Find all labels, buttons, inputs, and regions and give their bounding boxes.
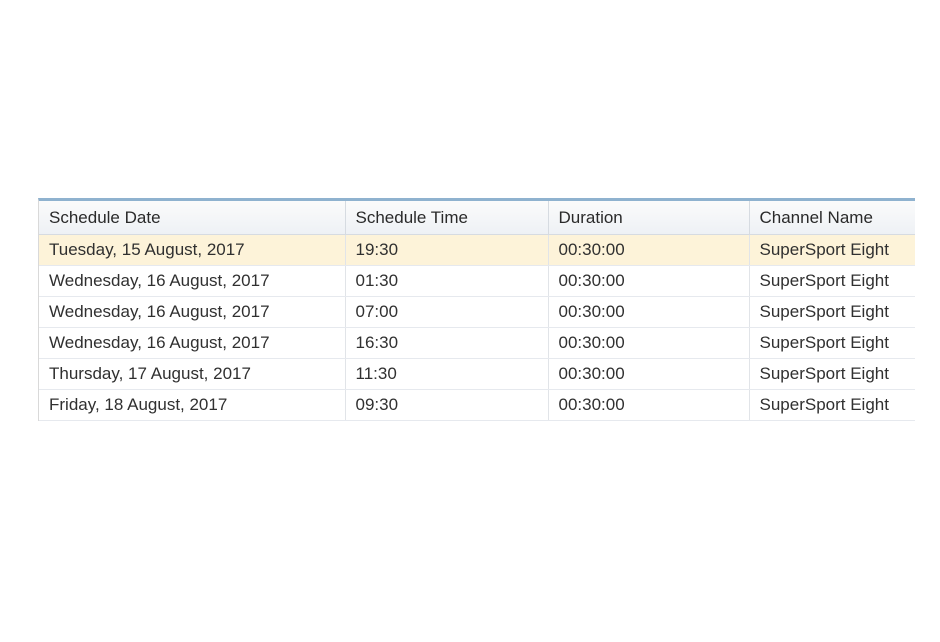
cell-schedule-time: 16:30: [345, 327, 549, 359]
cell-schedule-time: 01:30: [345, 265, 549, 297]
cell-channel-name: SuperSport Eight: [749, 234, 915, 266]
cell-duration: 00:30:00: [548, 389, 750, 421]
header-row: Schedule Date Schedule Time Duration Cha…: [39, 201, 915, 235]
table-row[interactable]: Friday, 18 August, 2017 09:30 00:30:00 S…: [39, 389, 915, 421]
cell-channel-name: SuperSport Eight: [749, 327, 915, 359]
table-row[interactable]: Wednesday, 16 August, 2017 07:00 00:30:0…: [39, 296, 915, 328]
cell-channel-name: SuperSport Eight: [749, 296, 915, 328]
cell-channel-name: SuperSport Eight: [749, 265, 915, 297]
table-row[interactable]: Tuesday, 15 August, 2017 19:30 00:30:00 …: [39, 234, 915, 266]
cell-duration: 00:30:00: [548, 358, 750, 390]
cell-schedule-date: Wednesday, 16 August, 2017: [39, 265, 346, 297]
table-row[interactable]: Thursday, 17 August, 2017 11:30 00:30:00…: [39, 358, 915, 390]
cell-schedule-time: 11:30: [345, 358, 549, 390]
cell-duration: 00:30:00: [548, 296, 750, 328]
cell-schedule-date: Tuesday, 15 August, 2017: [39, 234, 346, 266]
column-header-schedule-time[interactable]: Schedule Time: [345, 201, 549, 235]
cell-duration: 00:30:00: [548, 234, 750, 266]
cell-schedule-date: Thursday, 17 August, 2017: [39, 358, 346, 390]
column-header-duration[interactable]: Duration: [548, 201, 750, 235]
table-row[interactable]: Wednesday, 16 August, 2017 16:30 00:30:0…: [39, 327, 915, 359]
cell-schedule-date: Wednesday, 16 August, 2017: [39, 296, 346, 328]
cell-schedule-time: 09:30: [345, 389, 549, 421]
schedule-table: Schedule Date Schedule Time Duration Cha…: [39, 201, 915, 421]
cell-schedule-date: Wednesday, 16 August, 2017: [39, 327, 346, 359]
cell-duration: 00:30:00: [548, 265, 750, 297]
cell-channel-name: SuperSport Eight: [749, 358, 915, 390]
schedule-grid: Schedule Date Schedule Time Duration Cha…: [38, 198, 915, 421]
cell-schedule-date: Friday, 18 August, 2017: [39, 389, 346, 421]
cell-duration: 00:30:00: [548, 327, 750, 359]
column-header-schedule-date[interactable]: Schedule Date: [39, 201, 346, 235]
cell-channel-name: SuperSport Eight: [749, 389, 915, 421]
cell-schedule-time: 07:00: [345, 296, 549, 328]
column-header-channel-name[interactable]: Channel Name: [749, 201, 915, 235]
table-row[interactable]: Wednesday, 16 August, 2017 01:30 00:30:0…: [39, 265, 915, 297]
cell-schedule-time: 19:30: [345, 234, 549, 266]
